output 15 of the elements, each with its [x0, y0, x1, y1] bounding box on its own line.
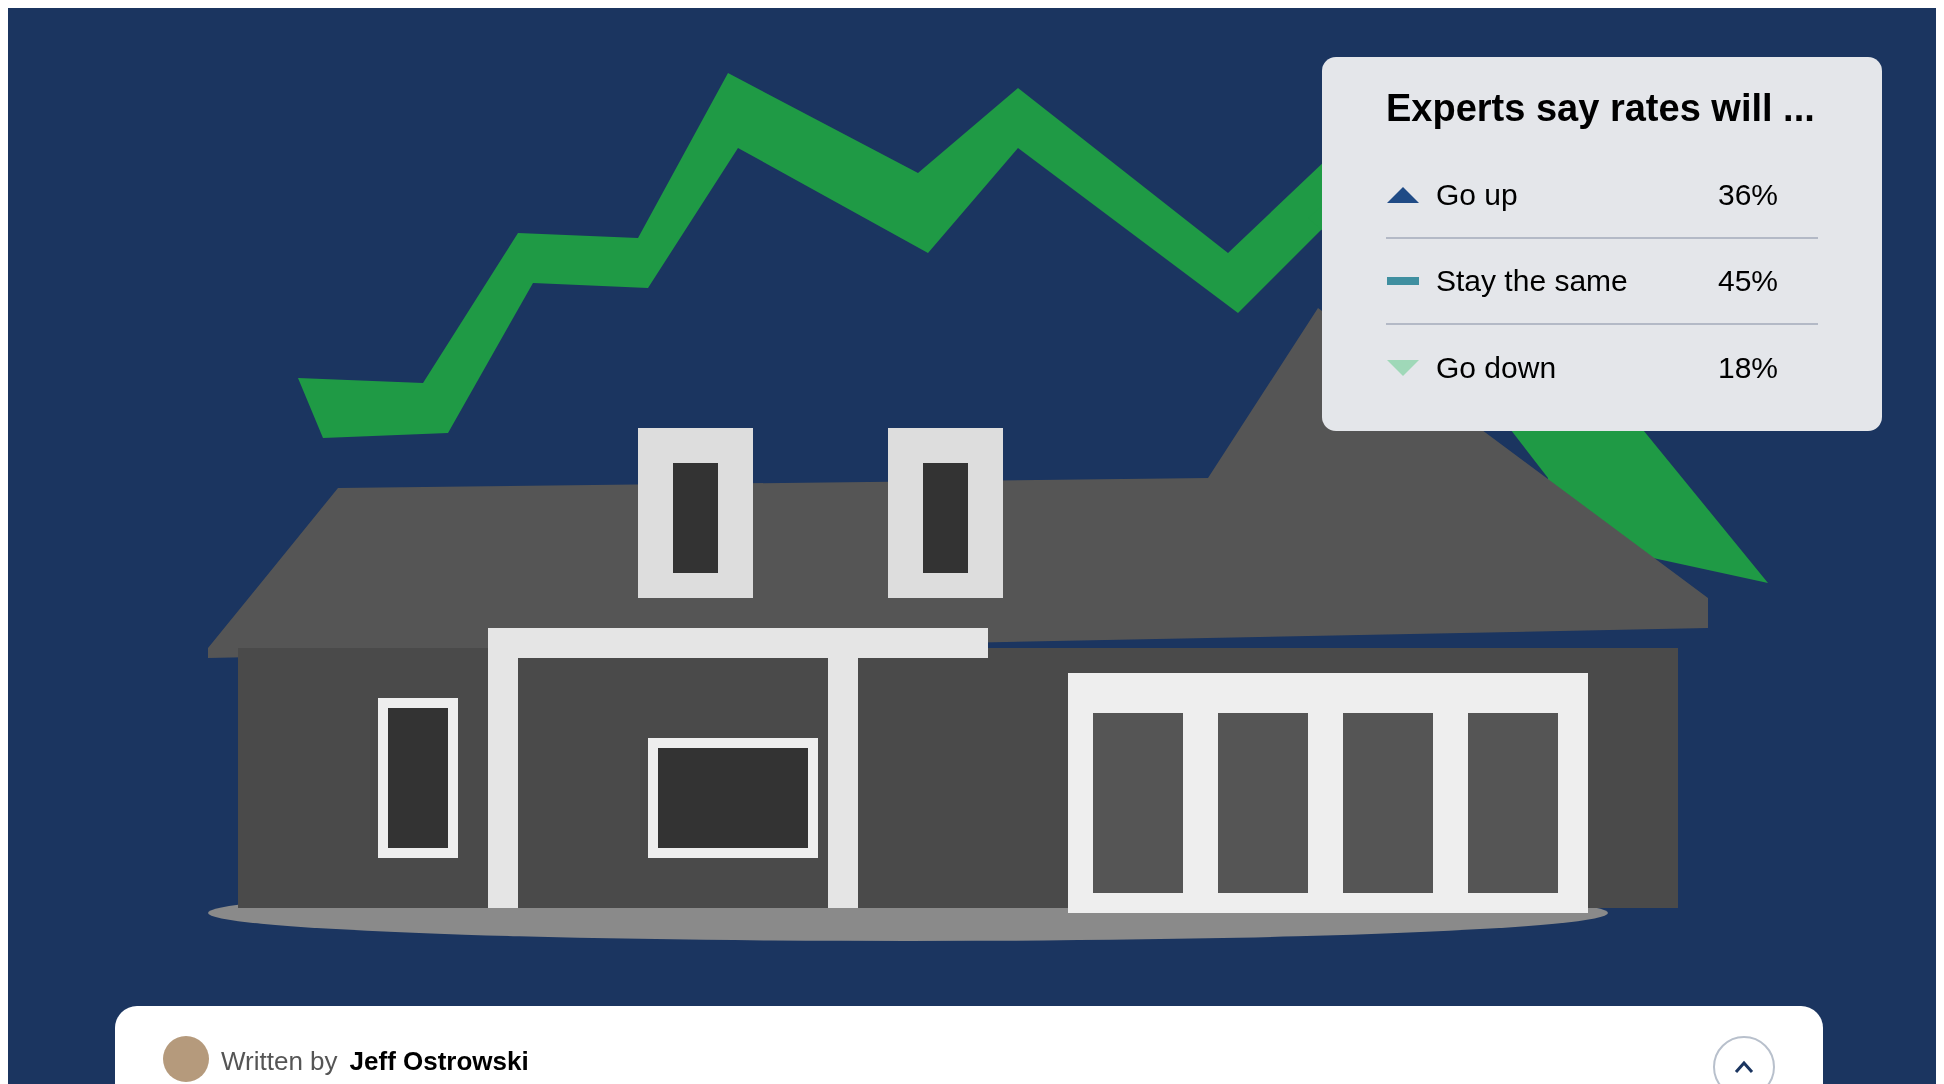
option-label: Go up [1436, 177, 1519, 213]
option-label: Go down [1436, 350, 1558, 386]
card-title: Experts say rates will ... [1386, 86, 1816, 131]
option-percent: 18% [1718, 350, 1780, 386]
option-label: Stay the same [1436, 263, 1629, 299]
option-percent: 36% [1718, 177, 1780, 213]
down-triangle-icon [1386, 358, 1420, 377]
author-link[interactable]: Jeff Ostrowski [349, 1048, 529, 1074]
dash-icon [1386, 275, 1420, 286]
avatar-icon [163, 1036, 209, 1082]
byline-prefix: Written by [221, 1048, 338, 1074]
share-button[interactable] [1713, 1036, 1775, 1084]
caret-icon [1734, 1060, 1754, 1074]
option-percent: 45% [1718, 263, 1780, 299]
up-triangle-icon [1386, 185, 1420, 204]
